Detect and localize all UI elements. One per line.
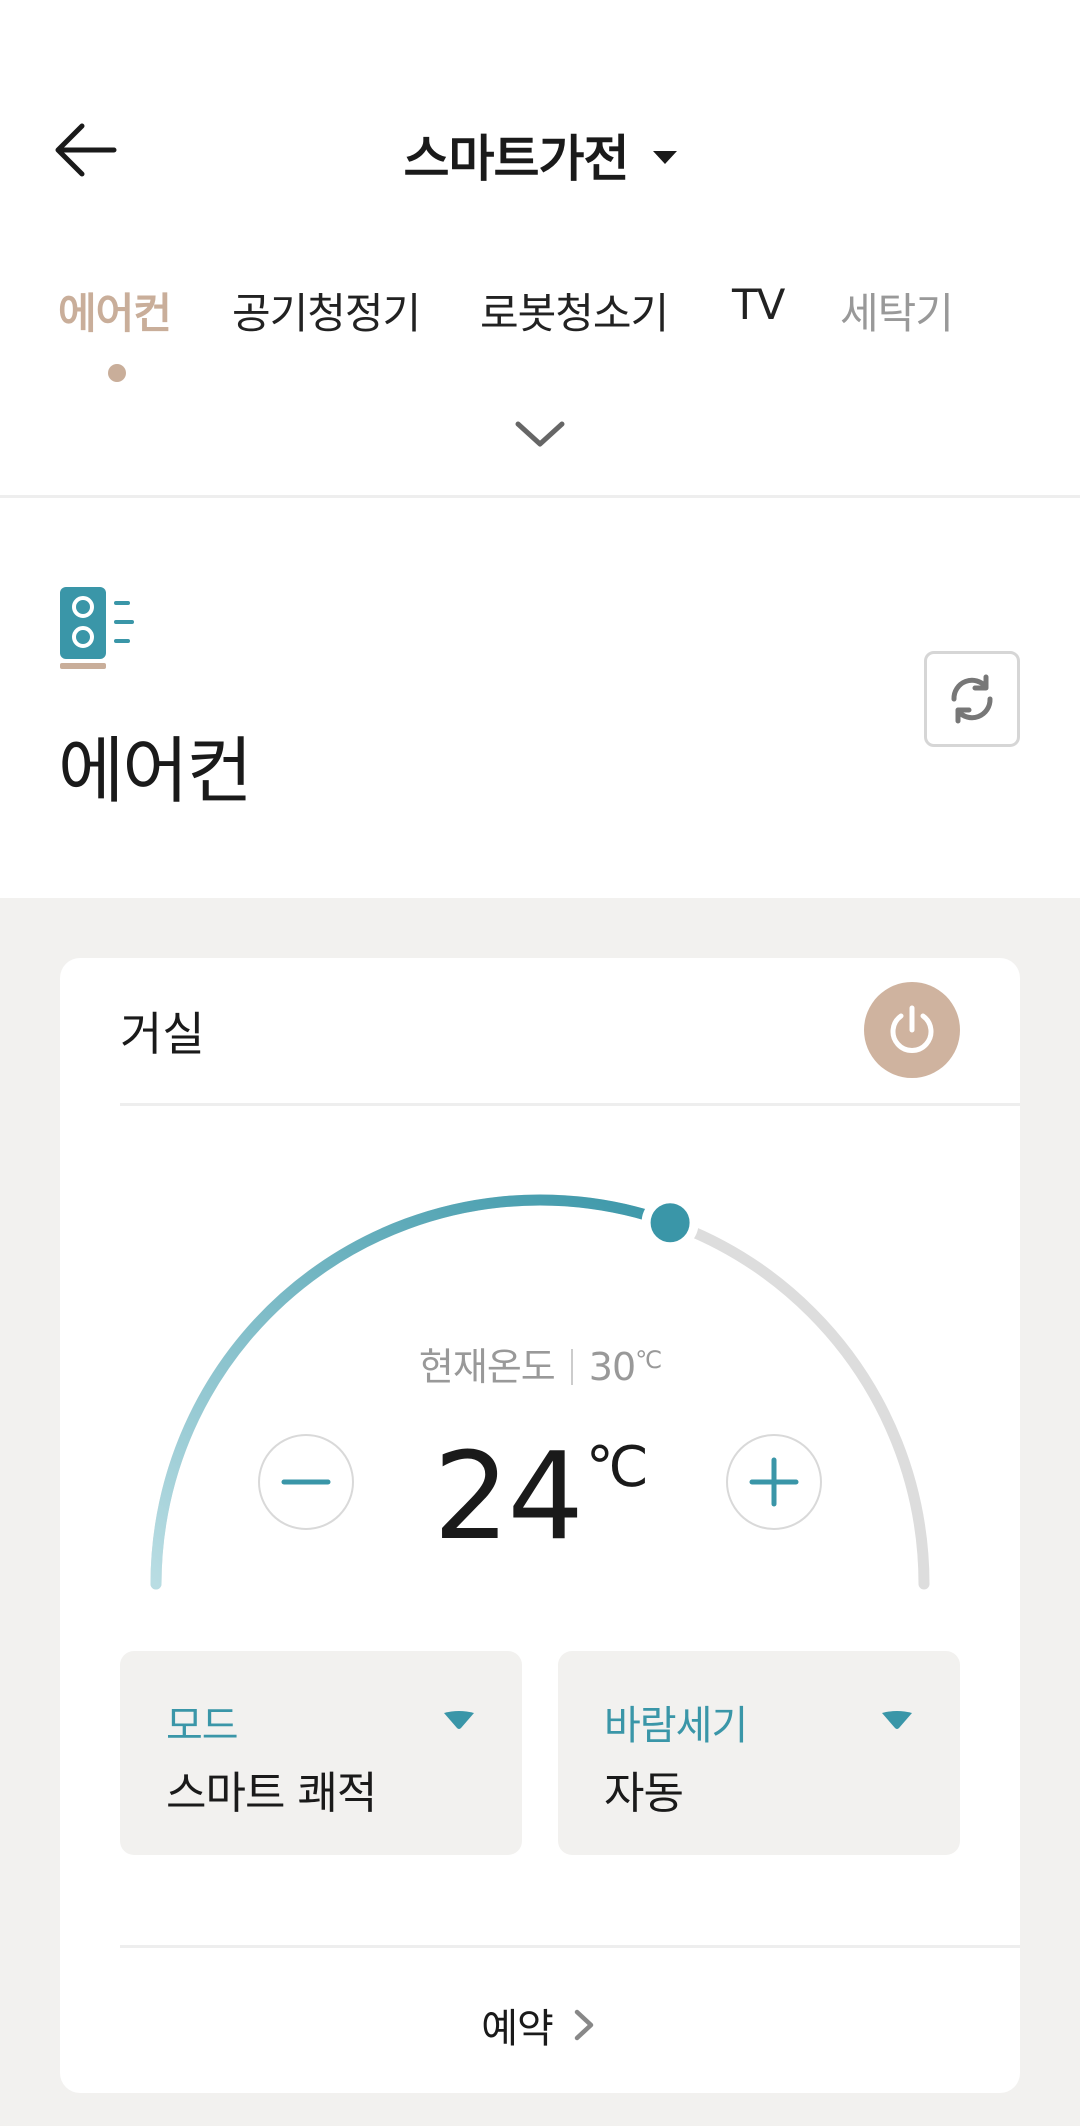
device-title: 에어컨 [58, 729, 253, 813]
room-card: 거실 현재온도 30℃ 24℃ 모드 스마트 쾌적 바람세기 자동 예약 [60, 958, 1020, 2093]
divider [120, 1945, 1020, 1948]
set-temperature: 24℃ [60, 1428, 1020, 1567]
mode-label: 모드 [166, 1703, 239, 1749]
set-temperature-value: 24 [433, 1428, 584, 1567]
wind-speed-selector[interactable]: 바람세기 자동 [558, 1651, 960, 1855]
chevron-right-icon [574, 2009, 594, 2041]
caret-down-icon [444, 1711, 474, 1729]
category-tabs: 에어컨 공기청정기 로봇청소기 TV 세탁기 [0, 280, 1080, 360]
mode-selector[interactable]: 모드 스마트 쾌적 [120, 1651, 522, 1855]
plus-icon [749, 1457, 799, 1507]
active-tab-indicator [108, 364, 126, 382]
page-title: 스마트가전 [403, 130, 630, 188]
current-temperature: 현재온도 30℃ [60, 1336, 1020, 1391]
wind-speed-label: 바람세기 [604, 1703, 748, 1749]
reservation-label: 예약 [481, 2006, 554, 2052]
divider [0, 495, 1080, 498]
expand-tabs-button[interactable] [510, 410, 570, 460]
caret-down-icon [882, 1711, 912, 1729]
reservation-button[interactable]: 예약 [60, 1995, 1020, 2055]
current-temperature-value: 30 [588, 1345, 636, 1389]
air-conditioner-icon [58, 585, 138, 675]
set-temperature-unit: ℃ [585, 1435, 649, 1500]
chevron-down-icon [515, 421, 565, 447]
refresh-button[interactable] [924, 651, 1020, 747]
tab-robot-cleaner[interactable]: 로봇청소기 [480, 280, 669, 341]
dial-knob [641, 1194, 699, 1252]
tab-air-purifier[interactable]: 공기청정기 [232, 280, 421, 341]
wind-speed-value: 자동 [604, 1768, 684, 1819]
current-temperature-unit: ℃ [635, 1346, 662, 1374]
increase-temperature-button[interactable] [726, 1434, 822, 1530]
top-bar: 스마트가전 [0, 0, 1080, 240]
refresh-icon [951, 674, 993, 724]
tab-washer[interactable]: 세탁기 [840, 280, 954, 341]
mode-value: 스마트 쾌적 [166, 1768, 377, 1819]
caret-down-icon [652, 150, 677, 164]
current-temperature-label: 현재온도 [418, 1345, 556, 1389]
tab-air-conditioner[interactable]: 에어컨 [58, 280, 172, 341]
tab-tv[interactable]: TV [732, 280, 785, 329]
title-dropdown[interactable]: 스마트가전 [0, 120, 1080, 190]
